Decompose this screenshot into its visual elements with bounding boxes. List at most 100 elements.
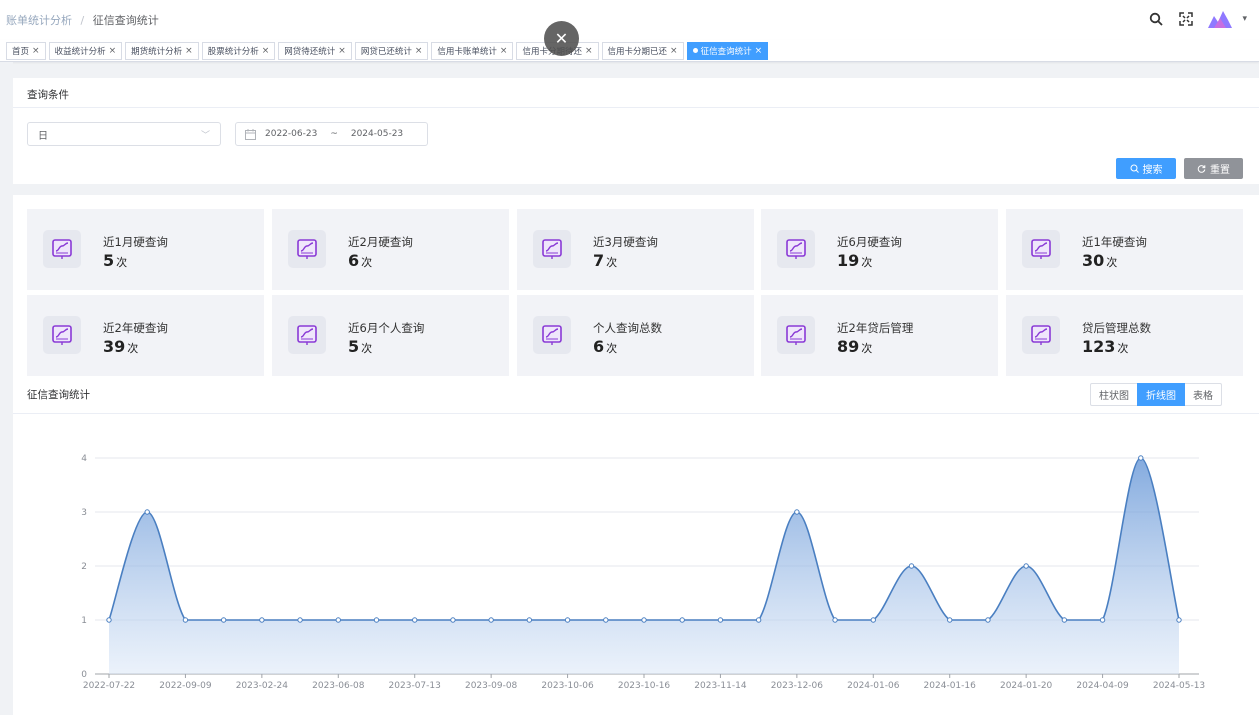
- search-button[interactable]: 搜索: [1116, 158, 1176, 179]
- floating-close-icon[interactable]: ✕: [544, 21, 579, 56]
- data-point: [1138, 455, 1144, 461]
- x-tick-label: 2023-10-06: [541, 681, 594, 691]
- data-point: [182, 617, 189, 623]
- date-end[interactable]: 2024-05-23: [351, 129, 403, 139]
- x-tick-label: 2024-01-16: [924, 681, 977, 691]
- close-icon[interactable]: ×: [185, 46, 193, 56]
- x-tick-label: 2023-09-08: [465, 681, 518, 691]
- tags-view-bar: 首页 × 收益统计分析 × 期货统计分析 × 股票统计分析 × 网贷待还统计 × 网贷已还…: [0, 40, 1259, 62]
- data-point: [870, 617, 876, 623]
- data-point: [259, 617, 265, 623]
- data-point: [1061, 617, 1068, 623]
- date-range-picker[interactable]: 2022-06-23 ~ 2024-05-23: [235, 122, 428, 146]
- data-point: [412, 617, 418, 623]
- data-point: [450, 617, 456, 623]
- data-point: [1023, 563, 1029, 569]
- breadcrumb-separator: /: [80, 14, 85, 27]
- data-point: [564, 617, 571, 623]
- tab-credit-bill[interactable]: 信用卡账单统计 ×: [431, 41, 514, 60]
- date-separator: ~: [330, 129, 338, 139]
- tab-loan-repaid[interactable]: 网贷已还统计 ×: [354, 41, 429, 60]
- query-card: 查询条件 日 ﹀ 2022-06-23 ~ 2024-05-23 搜索 重置: [13, 78, 1259, 184]
- data-point: [488, 617, 494, 623]
- credit-query-line-chart: 0 1 2 3 4 2022-07-22 2022-09-09 2023-02-24 2023-…: [81, 454, 1205, 691]
- tab-income-stats[interactable]: 收益统计分析 ×: [48, 41, 123, 60]
- x-tick-label: 2023-12-06: [771, 681, 824, 691]
- x-tick-label: 2024-01-06: [847, 681, 900, 691]
- x-tick-label: 2024-05-13: [1153, 681, 1205, 691]
- y-tick-label: 4: [81, 454, 87, 464]
- user-avatar[interactable]: [1206, 6, 1238, 32]
- tab-loan-pending[interactable]: 网贷待还统计 ×: [278, 41, 352, 60]
- data-point: [1176, 617, 1182, 623]
- x-tick-label: 2023-10-16: [618, 681, 671, 691]
- x-tick-label: 2024-01-20: [1000, 681, 1053, 691]
- search-icon: [1130, 164, 1139, 173]
- close-icon[interactable]: ×: [585, 46, 593, 56]
- left-gutter: [0, 62, 13, 715]
- stats-card: 近1月硬查询 5 次近2月硬查询 6 次近3月硬查询 7 次近6月硬查询 19 次近1年硬查询 3…: [13, 195, 1259, 715]
- reset-button-label: 重置: [1210, 165, 1230, 176]
- close-icon[interactable]: ×: [755, 46, 763, 56]
- search-icon[interactable]: [1146, 7, 1166, 31]
- data-point: [603, 617, 609, 623]
- data-point: [220, 617, 227, 623]
- breadcrumb-current: 征信查询统计: [92, 14, 159, 27]
- reset-button[interactable]: 重置: [1184, 158, 1243, 179]
- main-content: 查询条件 日 ﹀ 2022-06-23 ~ 2024-05-23 搜索 重置 近…: [13, 70, 1259, 715]
- y-tick-label: 0: [81, 670, 87, 680]
- x-tick-label: 2022-09-09: [159, 681, 212, 691]
- data-point: [679, 617, 685, 623]
- x-tick-label: 2023-06-08: [312, 681, 365, 691]
- calendar-icon: [245, 128, 256, 140]
- y-tick-label: 3: [81, 508, 87, 518]
- tab-home[interactable]: 首页 ×: [6, 41, 46, 60]
- period-select-value: 日: [38, 130, 48, 142]
- data-point: [373, 617, 380, 623]
- search-button-label: 搜索: [1142, 165, 1163, 176]
- breadcrumb-parent[interactable]: 账单统计分析: [6, 14, 72, 27]
- refresh-icon: [1197, 165, 1206, 173]
- view-line-chart-button[interactable]: 折线图: [1137, 383, 1185, 406]
- close-icon[interactable]: ×: [500, 46, 508, 56]
- chevron-down-icon: ﹀: [200, 130, 210, 141]
- data-point: [1099, 617, 1106, 623]
- x-tick-label: 2023-07-13: [389, 681, 441, 691]
- data-point: [144, 509, 150, 515]
- x-tick-label: 2023-02-24: [236, 681, 289, 691]
- active-dot-icon: [692, 48, 698, 53]
- tab-credit-installment-repaid[interactable]: 信用卡分期已还 ×: [601, 41, 684, 60]
- data-point: [908, 563, 915, 569]
- data-point: [297, 617, 303, 623]
- breadcrumb: 账单统计分析 / 征信查询统计: [6, 12, 159, 28]
- query-section-title: 查询条件: [13, 78, 1259, 108]
- close-icon[interactable]: ×: [109, 46, 117, 56]
- data-point: [985, 617, 991, 623]
- fullscreen-icon[interactable]: [1176, 7, 1196, 31]
- data-point: [755, 617, 762, 623]
- top-navbar: 账单统计分析 / 征信查询统计 ▾: [0, 0, 1259, 40]
- data-point: [526, 617, 533, 623]
- close-icon[interactable]: ×: [338, 46, 346, 56]
- data-point: [335, 617, 341, 623]
- data-point: [717, 617, 724, 623]
- y-tick-label: 1: [81, 616, 87, 626]
- chevron-down-icon[interactable]: ▾: [1242, 14, 1247, 24]
- data-point: [947, 617, 953, 623]
- data-point: [794, 509, 800, 515]
- data-point: [641, 617, 647, 623]
- tab-credit-query-stats[interactable]: 征信查询统计 ×: [686, 41, 769, 60]
- close-icon[interactable]: ×: [415, 46, 423, 56]
- x-tick-label: 2022-07-22: [83, 681, 135, 691]
- tab-futures-stats[interactable]: 期货统计分析 ×: [125, 41, 199, 60]
- close-icon[interactable]: ×: [32, 46, 40, 56]
- period-select[interactable]: 日 ﹀: [27, 122, 221, 146]
- x-tick-label: 2023-11-14: [694, 681, 747, 691]
- date-start[interactable]: 2022-06-23: [265, 129, 317, 139]
- close-icon[interactable]: ×: [262, 46, 270, 56]
- y-tick-label: 2: [81, 562, 87, 572]
- data-point: [106, 617, 112, 623]
- close-icon[interactable]: ×: [670, 46, 678, 56]
- x-tick-label: 2024-04-09: [1076, 681, 1129, 691]
- tab-stock-stats[interactable]: 股票统计分析 ×: [201, 41, 276, 60]
